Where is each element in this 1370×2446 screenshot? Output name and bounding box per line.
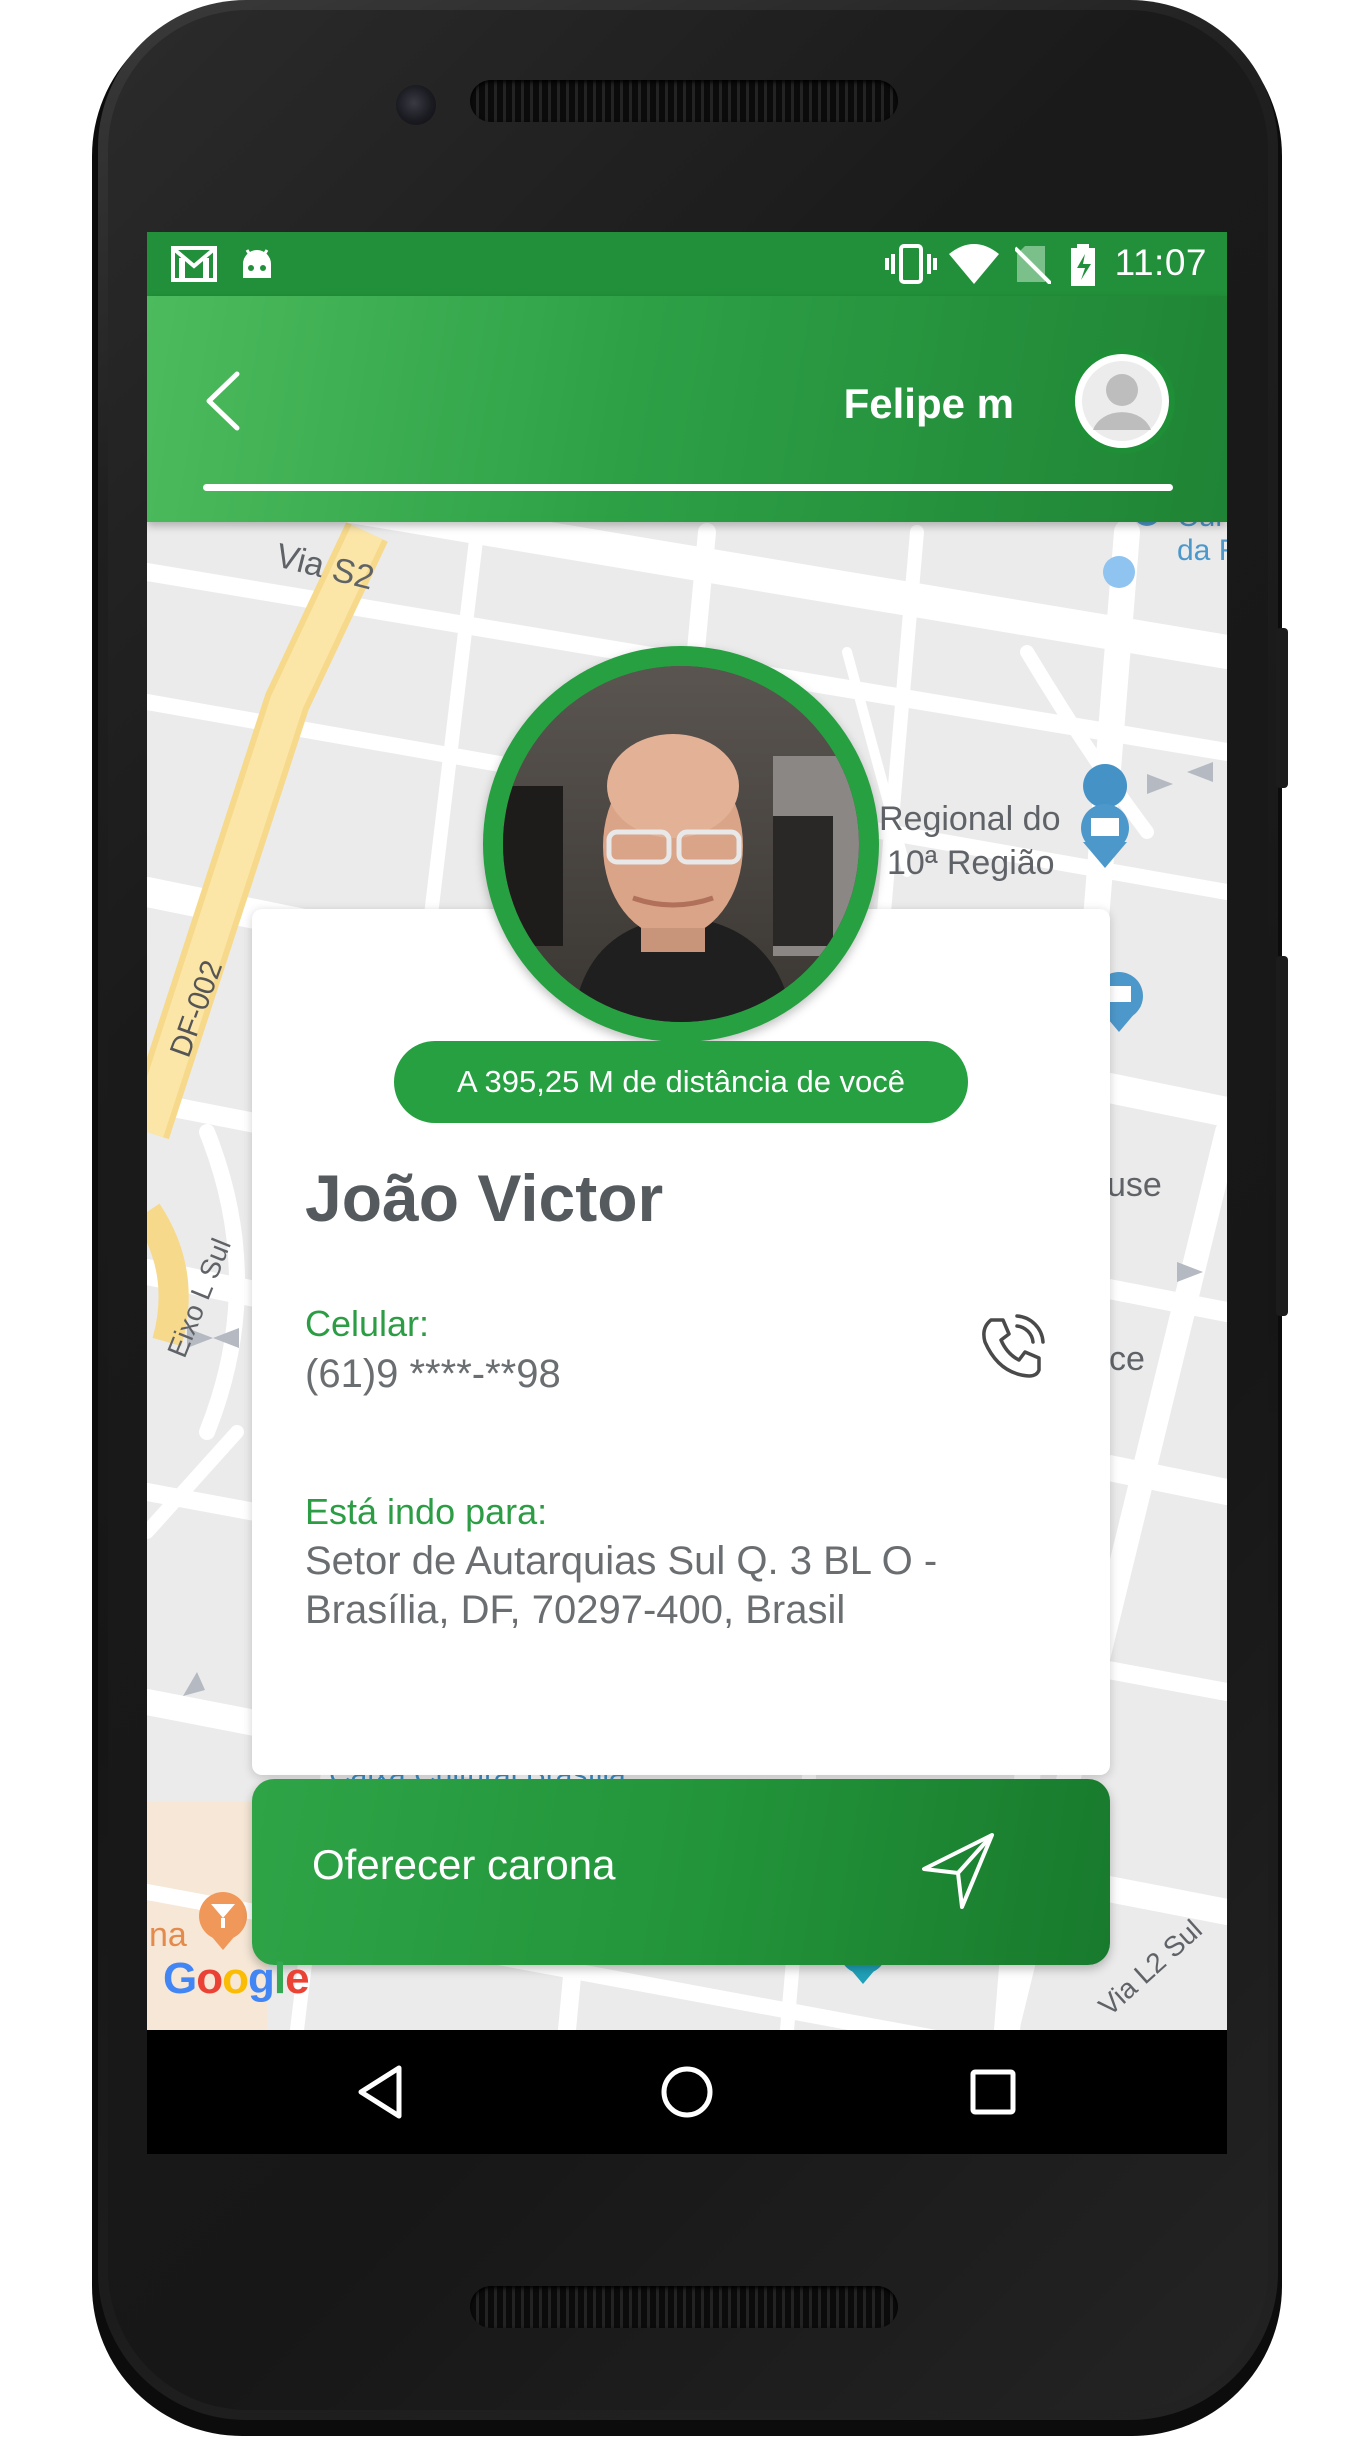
distance-badge: A 395,25 M de distância de você bbox=[394, 1041, 968, 1123]
destination-line-2: Brasília, DF, 70297-400, Brasil bbox=[305, 1588, 846, 1632]
header-progress-line bbox=[203, 484, 1173, 491]
google-logo: Google bbox=[163, 1954, 310, 2003]
nav-back-button[interactable] bbox=[349, 2060, 413, 2124]
bottom-speaker bbox=[470, 2286, 898, 2328]
status-bar: 11:07 bbox=[147, 232, 1227, 296]
phone-icon bbox=[982, 1318, 1041, 1378]
gmail-icon bbox=[171, 246, 217, 282]
header-user-name[interactable]: Felipe m bbox=[844, 380, 1014, 428]
profile-photo-image bbox=[503, 666, 859, 1022]
map-label-regional-2: 10ª Região bbox=[887, 844, 1055, 882]
phone-label: Celular: bbox=[305, 1303, 430, 1344]
offer-ride-button[interactable]: Oferecer carona bbox=[252, 1779, 1110, 1965]
wifi-icon bbox=[949, 244, 999, 284]
person-name: João Victor bbox=[305, 1161, 664, 1235]
status-time: 11:07 bbox=[1114, 242, 1207, 283]
circle-home-icon bbox=[661, 2066, 713, 2118]
nav-home-button[interactable] bbox=[655, 2060, 719, 2124]
app-header: Felipe m bbox=[147, 296, 1227, 522]
android-debug-icon bbox=[243, 249, 271, 278]
vibrate-icon bbox=[885, 244, 937, 284]
battery-charging-icon bbox=[1071, 244, 1095, 286]
screen: Via S2 DF-002 Regional do 10ª Região Eix… bbox=[147, 232, 1227, 2154]
offer-ride-label: Oferecer carona bbox=[312, 1841, 616, 1888]
front-camera bbox=[396, 85, 436, 125]
map-label-ce: ce bbox=[1109, 1340, 1145, 1378]
chevron-left-icon bbox=[206, 371, 240, 431]
triangle-back-icon bbox=[358, 2065, 402, 2119]
phone-value: (61)9 ****-**98 bbox=[305, 1352, 561, 1396]
power-button bbox=[1276, 628, 1288, 788]
user-avatar-icon bbox=[1082, 361, 1162, 441]
map-label-use: use bbox=[1107, 1166, 1162, 1204]
top-speaker bbox=[470, 80, 898, 122]
square-recents-icon bbox=[970, 2069, 1016, 2115]
volume-button bbox=[1276, 956, 1288, 1316]
no-sim-icon bbox=[1015, 246, 1051, 284]
map-label-regional-1: Regional do bbox=[879, 800, 1061, 838]
navigation-bar bbox=[147, 2030, 1227, 2154]
back-button[interactable] bbox=[195, 366, 255, 436]
call-button[interactable] bbox=[977, 1312, 1047, 1382]
map-label-na: na bbox=[149, 1916, 187, 1954]
map-label-top-right-2: da R bbox=[1177, 534, 1227, 567]
nav-recents-button[interactable] bbox=[961, 2060, 1025, 2124]
destination-line-1: Setor de Autarquias Sul Q. 3 BL O - bbox=[305, 1539, 938, 1583]
profile-photo bbox=[483, 646, 879, 1042]
send-icon bbox=[922, 1833, 994, 1909]
header-avatar[interactable] bbox=[1069, 348, 1175, 454]
destination-label: Está indo para: bbox=[305, 1491, 548, 1532]
